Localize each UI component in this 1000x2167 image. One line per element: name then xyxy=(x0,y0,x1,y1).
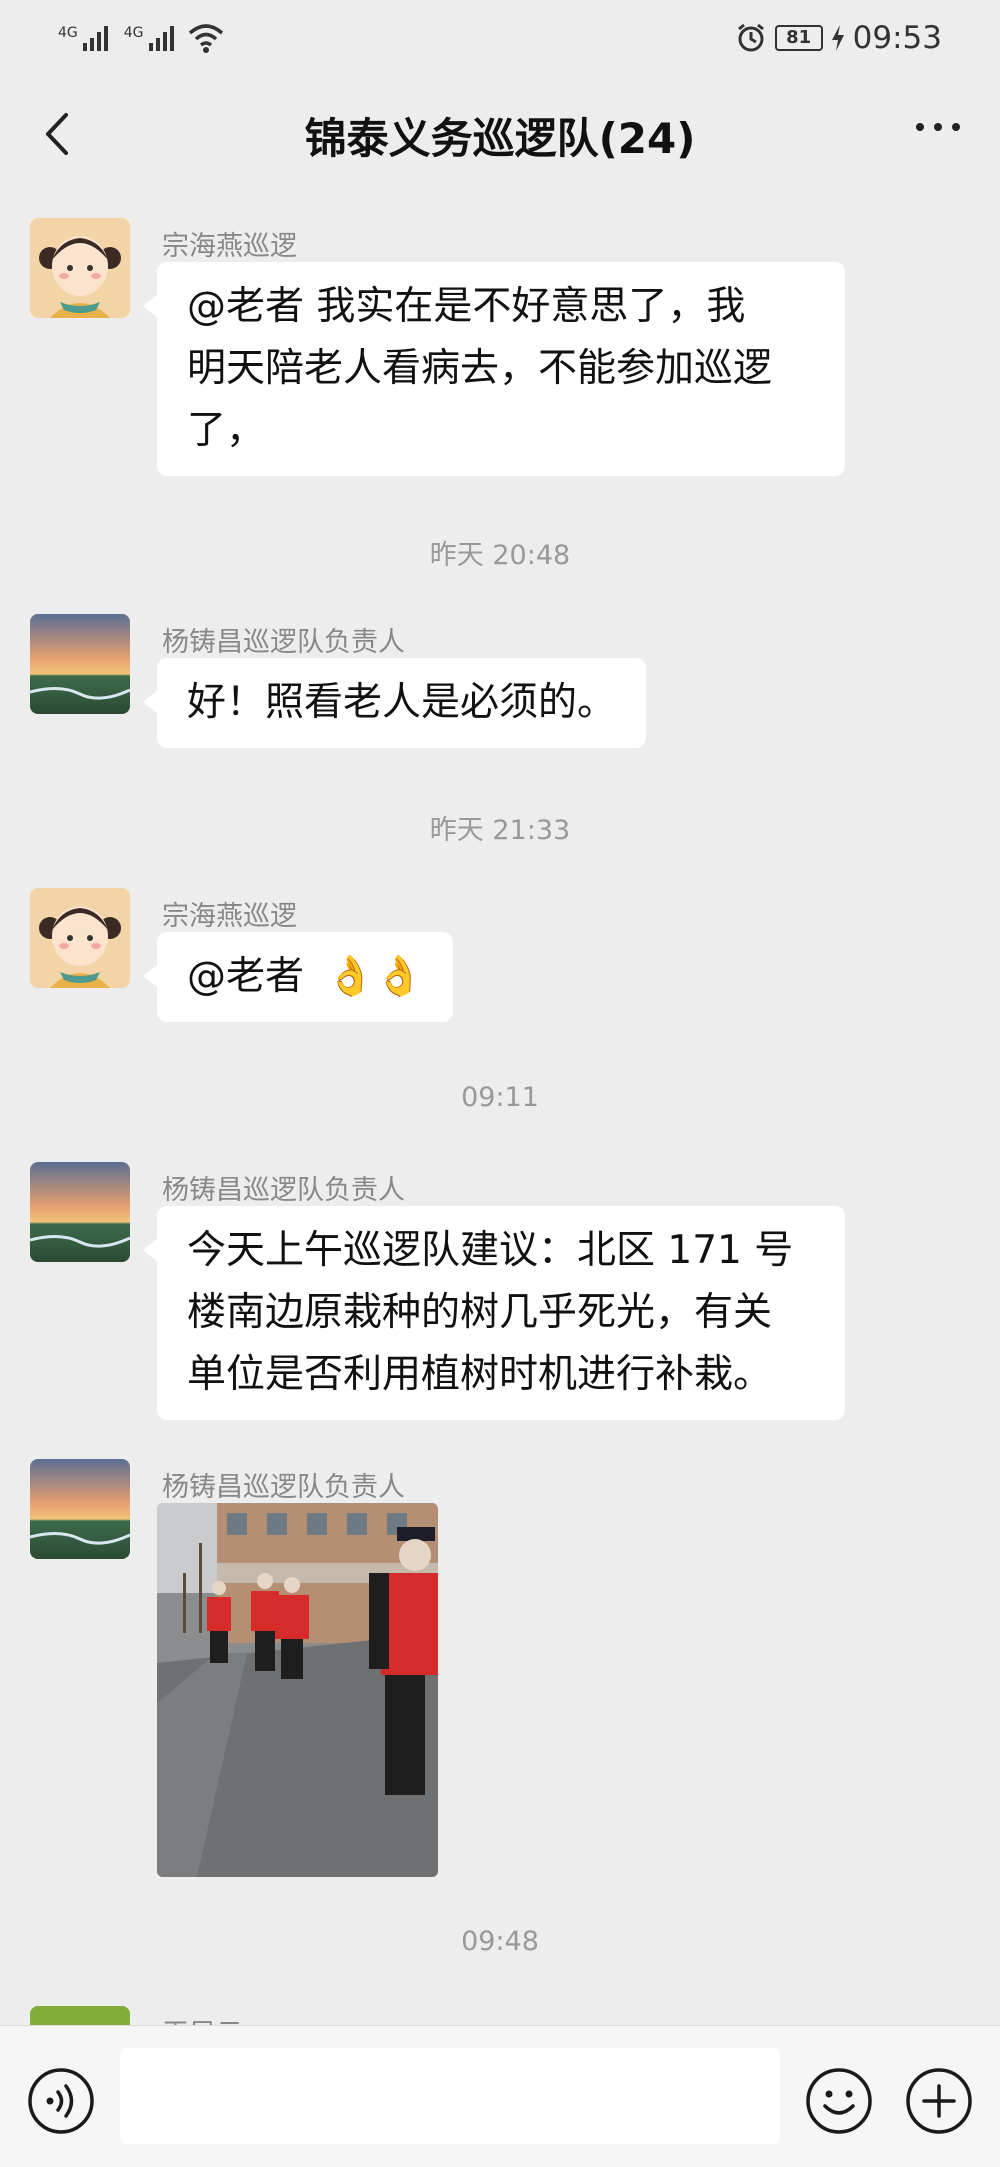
message-bubble[interactable]: @老者 我实在是不好意思了，我 明天陪老人看病去，不能参加巡逻 了， xyxy=(143,262,845,476)
cell-signal-icon: 4G xyxy=(58,25,108,51)
alarm-icon xyxy=(737,23,764,51)
message-text-line: 今天上午巡逻队建议：北区 171 号 xyxy=(187,1228,794,1273)
timestamp: 昨天 21:33 xyxy=(429,815,571,846)
input-bar xyxy=(0,2025,1000,2167)
message-text-line: 楼南边原栽种的树几乎死光，有关 xyxy=(187,1290,773,1335)
sender-name: 杨铸昌巡逻队负责人 xyxy=(162,1175,405,1206)
timestamp: 昨天 20:48 xyxy=(429,540,571,571)
avatar[interactable] xyxy=(30,2006,130,2025)
status-left: 4G 4G xyxy=(58,23,224,53)
avatar[interactable] xyxy=(30,614,130,714)
smiley-icon xyxy=(806,2068,872,2134)
avatar[interactable] xyxy=(30,888,130,988)
chat-header: 锦泰义务巡逻队(24) xyxy=(0,75,1000,195)
more-actions-button[interactable] xyxy=(904,2066,974,2136)
network-type: 4G xyxy=(123,24,144,41)
sender-name: 宗海燕巡逻 xyxy=(162,901,297,932)
avatar[interactable] xyxy=(30,218,130,318)
message-bubble[interactable]: @老者 👌👌 xyxy=(142,932,454,1022)
patrol-photo[interactable] xyxy=(157,1503,438,1877)
timestamp: 09:11 xyxy=(461,1082,539,1113)
avatar[interactable] xyxy=(30,1162,130,1262)
voice-input-button[interactable] xyxy=(26,2066,96,2136)
message-bubble[interactable]: 今天上午巡逻队建议：北区 171 号 楼南边原栽种的树几乎死光，有关 单位是否利… xyxy=(143,1206,845,1420)
network-type: 4G xyxy=(58,24,78,41)
sender-name: 王凤云 xyxy=(162,2012,243,2025)
avatar[interactable] xyxy=(30,1459,130,1559)
message-text-line: @老者 我实在是不好意思了，我 xyxy=(187,284,746,329)
cell-signal-icon: 4G xyxy=(124,25,174,51)
ellipsis-icon xyxy=(916,123,924,131)
timestamp: 09:48 xyxy=(461,1926,539,1957)
message-bubble[interactable]: 好！照看老人是必须的。 xyxy=(142,658,647,748)
chevron-left-icon xyxy=(46,113,68,155)
status-right: 81 09:53 xyxy=(735,20,942,56)
plus-icon xyxy=(906,2068,972,2134)
emoji-button[interactable] xyxy=(804,2066,874,2136)
back-button[interactable] xyxy=(34,109,84,159)
ok-hand-emoji: 👌👌 xyxy=(326,954,424,999)
message-text-line: 单位是否利用植树时机进行补栽。 xyxy=(187,1352,773,1397)
clock: 09:53 xyxy=(852,19,942,56)
battery-indicator: 81 xyxy=(774,24,823,51)
chat-message: 王凤云 xyxy=(0,2006,1000,2025)
message-input[interactable] xyxy=(120,2048,780,2144)
message-text-line: 明天陪老人看病去，不能参加巡逻 xyxy=(187,346,773,391)
message-text-line: 了， xyxy=(187,408,266,453)
wifi-icon xyxy=(188,23,223,53)
sender-name: 杨铸昌巡逻队负责人 xyxy=(162,1472,405,1503)
sender-name: 杨铸昌巡逻队负责人 xyxy=(162,627,405,658)
message-text: @老者 xyxy=(187,954,305,999)
voice-icon xyxy=(28,2068,94,2134)
chat-title: 锦泰义务巡逻队(24) xyxy=(304,113,696,163)
status-bar: 4G 4G 81 09:53 xyxy=(0,0,1000,75)
more-options-button[interactable] xyxy=(916,123,960,131)
sender-name: 宗海燕巡逻 xyxy=(162,231,297,262)
charging-icon xyxy=(831,24,844,51)
